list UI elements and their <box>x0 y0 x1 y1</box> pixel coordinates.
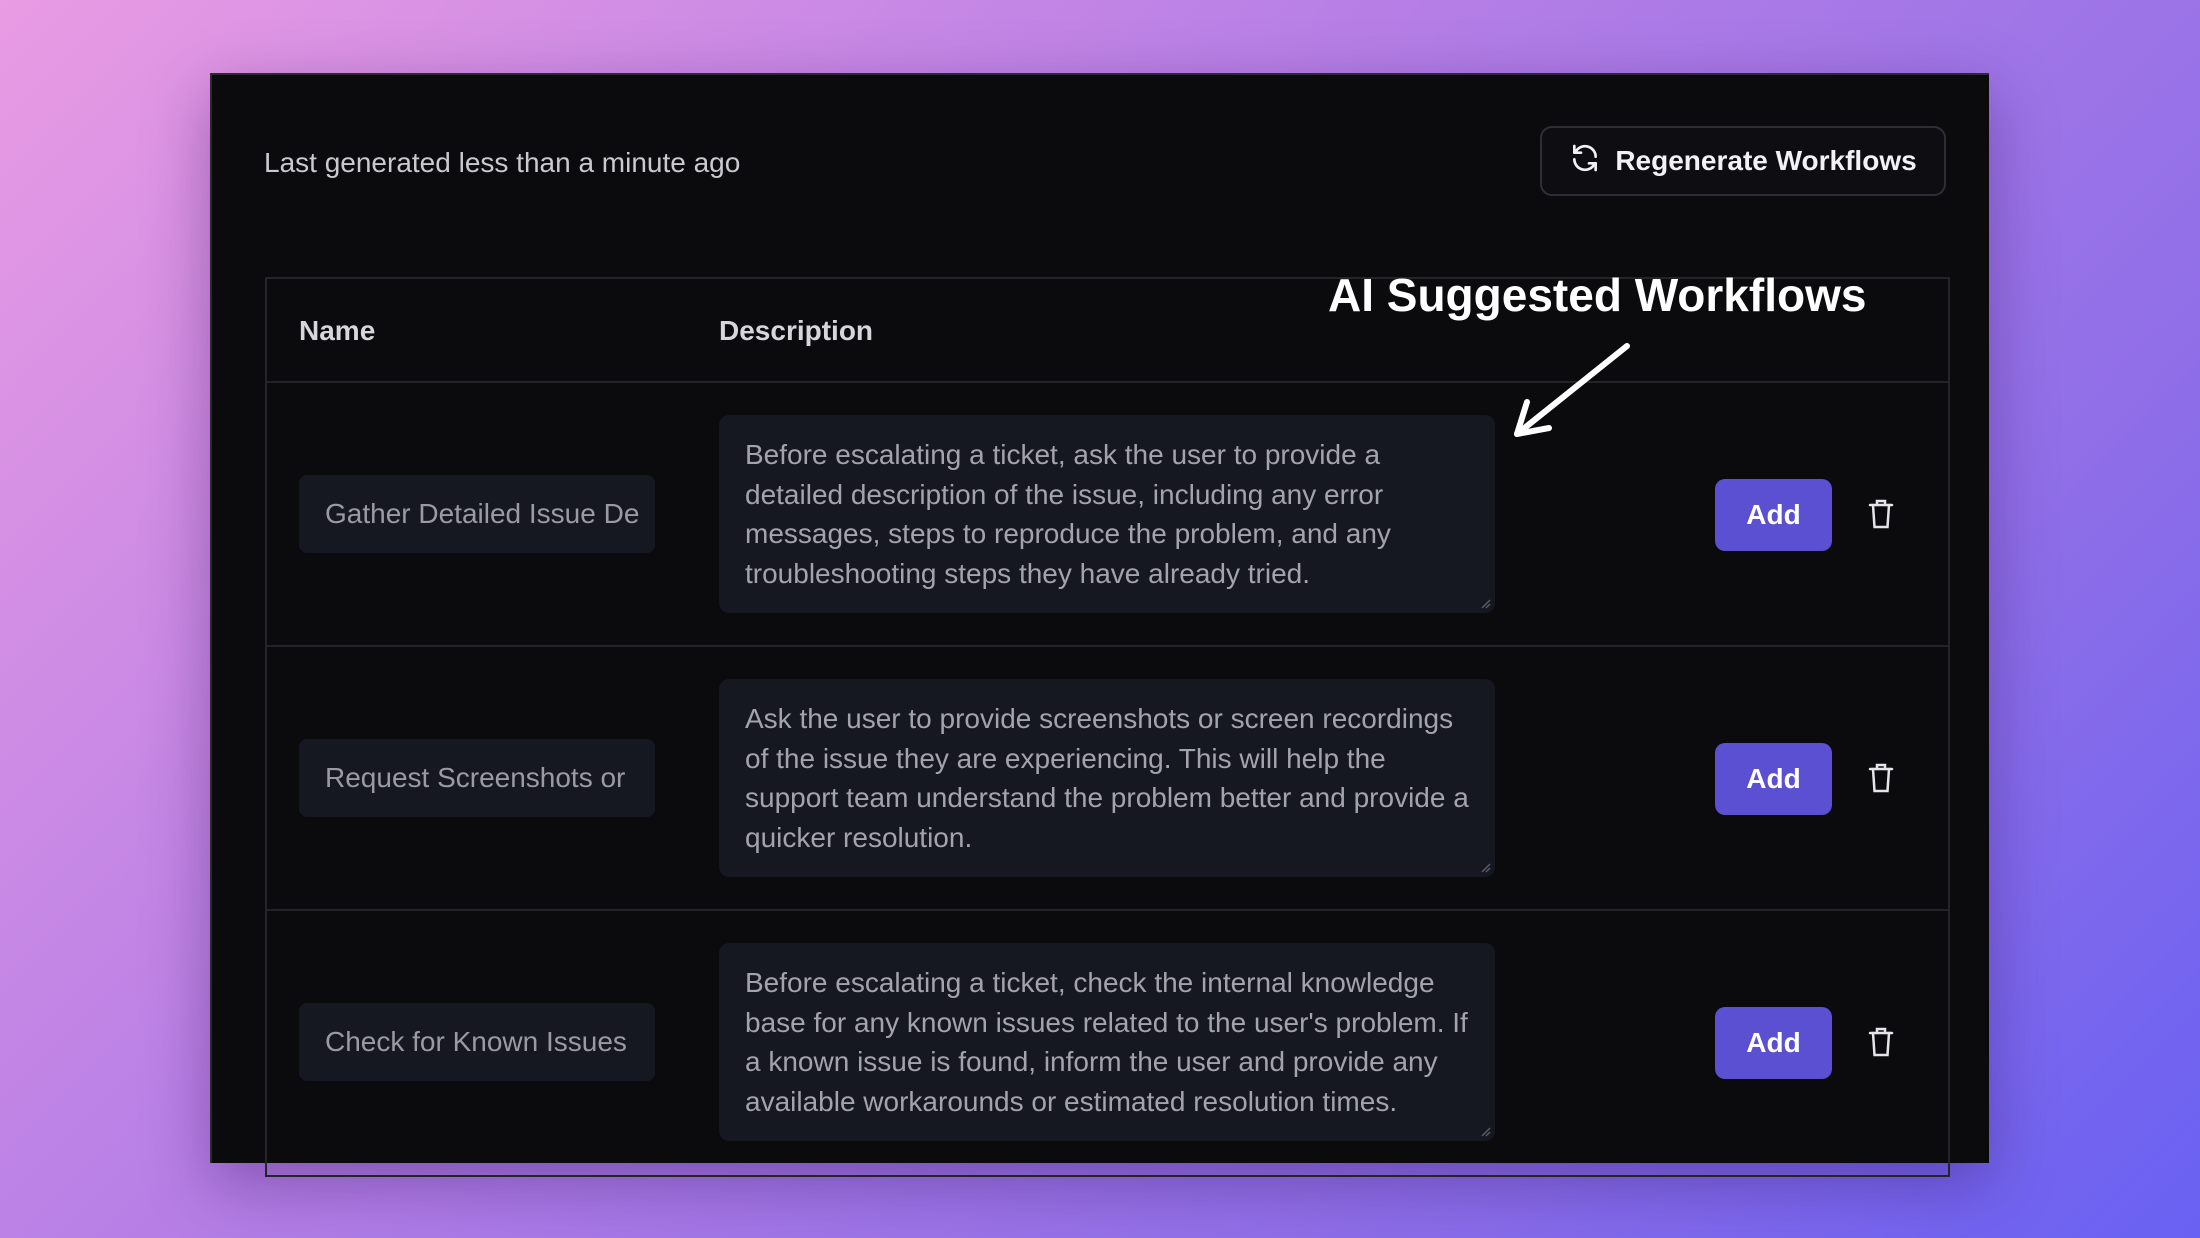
regenerate-workflows-button[interactable]: Regenerate Workflows <box>1540 126 1946 196</box>
trash-icon[interactable] <box>1868 762 1894 794</box>
column-header-description: Description <box>719 315 874 346</box>
table-row: Check for Known Issues Before escalating… <box>267 911 1948 1175</box>
workflow-name-input[interactable]: Gather Detailed Issue De <box>299 475 655 553</box>
workflow-name-input[interactable]: Check for Known Issues <box>299 1003 655 1081</box>
annotation-label: AI Suggested Workflows <box>1328 269 1867 321</box>
resize-grip-icon[interactable] <box>1479 1125 1491 1137</box>
trash-icon[interactable] <box>1868 1026 1894 1058</box>
refresh-icon <box>1569 142 1601 181</box>
workflow-description-textarea[interactable]: Ask the user to provide screenshots or s… <box>719 679 1495 877</box>
table-row: Gather Detailed Issue De Before escalati… <box>267 383 1948 647</box>
workflows-panel: Last generated less than a minute ago Re… <box>210 73 1989 1177</box>
workflows-table: Name Description Gather Detailed Issue D… <box>265 277 1950 1177</box>
table-row: Request Screenshots or Ask the user to p… <box>267 647 1948 911</box>
workflow-description-text: Before escalating a ticket, check the in… <box>745 967 1468 1117</box>
last-generated-text: Last generated less than a minute ago <box>264 147 741 178</box>
arrow-icon <box>1514 343 1630 437</box>
workflow-description-textarea[interactable]: Before escalating a ticket, ask the user… <box>719 415 1495 613</box>
workflow-description-textarea[interactable]: Before escalating a ticket, check the in… <box>719 943 1495 1141</box>
add-workflow-button[interactable]: Add <box>1715 743 1832 815</box>
backdrop: Last generated less than a minute ago Re… <box>0 0 2200 1238</box>
resize-grip-icon[interactable] <box>1479 597 1491 609</box>
workflow-name-input[interactable]: Request Screenshots or <box>299 739 655 817</box>
workflow-description-text: Ask the user to provide screenshots or s… <box>745 703 1469 853</box>
regenerate-workflows-label: Regenerate Workflows <box>1615 145 1917 176</box>
resize-grip-icon[interactable] <box>1479 861 1491 873</box>
column-header-name: Name <box>299 315 376 346</box>
workflow-description-text: Before escalating a ticket, ask the user… <box>745 439 1391 589</box>
add-workflow-button[interactable]: Add <box>1715 479 1832 551</box>
add-workflow-button[interactable]: Add <box>1715 1007 1832 1079</box>
trash-icon[interactable] <box>1868 498 1894 530</box>
